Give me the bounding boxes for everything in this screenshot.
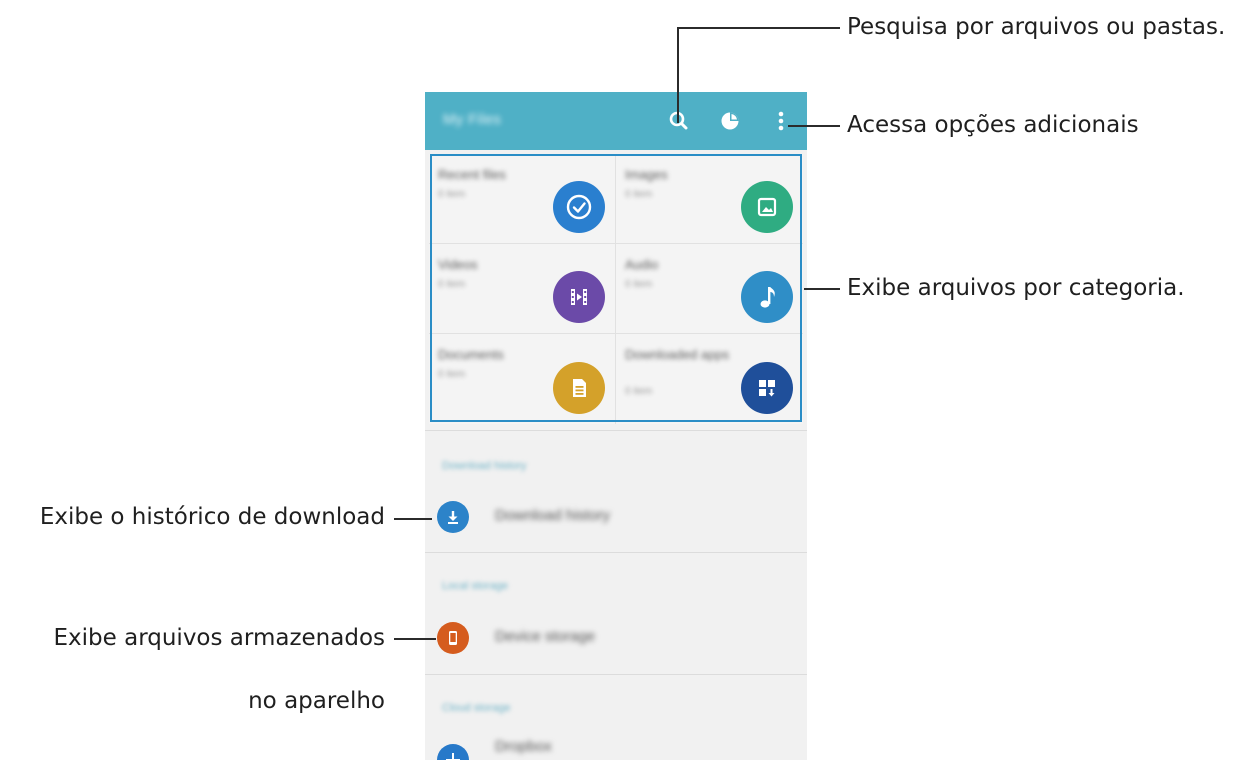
search-icon[interactable]	[665, 107, 693, 135]
category-name: Videos	[438, 257, 478, 272]
category-downloaded-apps[interactable]: Downloaded apps 0 item	[616, 334, 803, 424]
category-audio[interactable]: Audio 0 item	[616, 244, 803, 334]
callout-search: Pesquisa por arquivos ou pastas.	[847, 14, 1226, 40]
categories-leader-line	[804, 288, 840, 290]
callout-download-history: Exibe o histórico de download	[39, 504, 385, 530]
category-name: Recent files	[438, 167, 506, 182]
category-grid: Recent files 0 item Images 0 item Videos…	[429, 154, 803, 424]
search-leader-line	[677, 27, 840, 29]
app-bar: My Files	[425, 92, 807, 150]
download-history-leader-line	[394, 518, 432, 520]
search-leader-line	[677, 27, 679, 123]
dropbox-label: Dropbox	[495, 738, 552, 755]
document-icon	[553, 362, 605, 414]
phone-icon	[437, 622, 469, 654]
category-name: Downloaded apps	[625, 347, 730, 362]
category-count: 0 item	[625, 279, 653, 290]
callout-device-storage-line2: no aparelho	[248, 688, 385, 714]
category-count: 0 item	[438, 189, 466, 200]
dropbox-icon	[437, 744, 469, 760]
device-storage-row[interactable]: Device storage	[425, 610, 807, 666]
category-images[interactable]: Images 0 item	[616, 154, 803, 244]
video-icon	[553, 271, 605, 323]
category-documents[interactable]: Documents 0 item	[429, 334, 616, 424]
phone-screen: My Files Recent files 0 item Images 0 it…	[425, 92, 807, 760]
section-download-history-label: Download history	[442, 460, 527, 472]
clock-icon	[553, 181, 605, 233]
category-count: 0 item	[438, 279, 466, 290]
callout-device-storage-line1: Exibe arquivos armazenados	[53, 625, 385, 651]
device-storage-leader-line	[394, 638, 436, 640]
category-name: Images	[625, 167, 668, 182]
category-recent-files[interactable]: Recent files 0 item	[429, 154, 616, 244]
category-videos[interactable]: Videos 0 item	[429, 244, 616, 334]
image-icon	[741, 181, 793, 233]
download-history-label: Download history	[495, 507, 611, 524]
category-count: 0 item	[625, 386, 653, 397]
more-options-icon[interactable]	[767, 107, 795, 135]
more-leader-line	[788, 125, 840, 127]
divider	[425, 430, 807, 431]
section-cloud-storage-label: Cloud storage	[442, 702, 511, 714]
category-count: 0 item	[625, 189, 653, 200]
callout-categories: Exibe arquivos por categoria.	[847, 275, 1185, 301]
music-note-icon	[741, 271, 793, 323]
category-name: Documents	[438, 347, 504, 362]
storage-usage-icon[interactable]	[716, 107, 744, 135]
divider	[425, 552, 807, 553]
download-history-row[interactable]: Download history	[425, 489, 807, 545]
section-local-storage-label: Local storage	[442, 580, 509, 592]
device-storage-label: Device storage	[495, 628, 596, 645]
divider	[425, 674, 807, 675]
category-count: 0 item	[438, 369, 466, 380]
download-icon	[437, 501, 469, 533]
download-apps-icon	[741, 362, 793, 414]
callout-more-options: Acessa opções adicionais	[847, 112, 1139, 138]
dropbox-row[interactable]: Dropbox	[425, 732, 807, 760]
category-name: Audio	[625, 257, 659, 272]
app-title: My Files	[443, 111, 502, 128]
